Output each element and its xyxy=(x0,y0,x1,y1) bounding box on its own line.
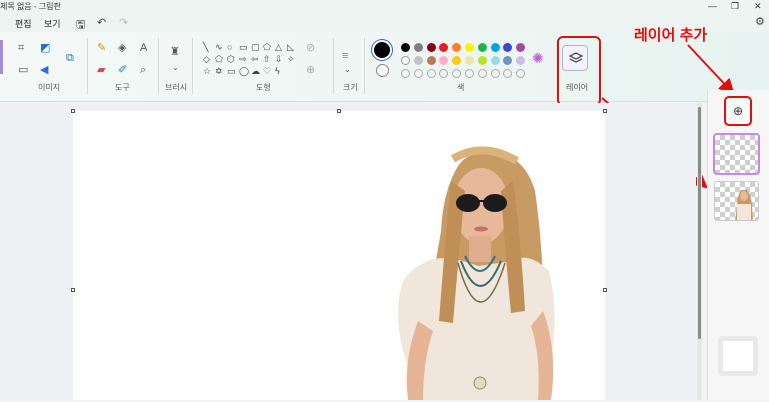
resize-handle[interactable] xyxy=(71,288,75,292)
resize-handle[interactable] xyxy=(337,109,341,113)
arrow-to-add-layer xyxy=(687,44,735,95)
canvas[interactable] xyxy=(73,111,605,400)
vertical-scrollbar[interactable] xyxy=(697,103,702,400)
add-layer-button[interactable]: ⊕ xyxy=(724,96,752,126)
layer-thumbnail-photo[interactable] xyxy=(714,181,759,221)
woman-photo xyxy=(398,146,555,400)
layer-photo-preview xyxy=(735,190,753,220)
resize-handle[interactable] xyxy=(603,288,607,292)
resize-handle[interactable] xyxy=(603,109,607,113)
plus-circle-icon: ⊕ xyxy=(733,104,744,118)
layer-thumbnail-empty[interactable] xyxy=(713,133,760,175)
background-layer-thumbnail[interactable] xyxy=(718,336,758,376)
resize-handle[interactable] xyxy=(71,109,75,113)
canvas-area xyxy=(0,103,696,400)
scrollbar-thumb[interactable] xyxy=(698,107,701,339)
